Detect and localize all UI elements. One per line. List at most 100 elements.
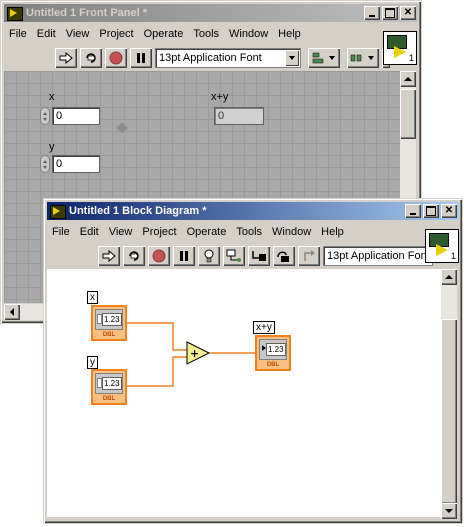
wire-x-to-add	[127, 322, 187, 351]
abort-button[interactable]	[148, 246, 170, 266]
menu-tools[interactable]: Tools	[188, 28, 224, 40]
block-diagram-vertical-scrollbar[interactable]	[441, 269, 457, 519]
minimize-button[interactable]	[405, 204, 421, 218]
distribute-objects-icon	[350, 54, 374, 62]
close-icon: ✕	[403, 7, 413, 18]
add-function-node: +	[186, 341, 211, 365]
control-x-input[interactable]: 0	[52, 107, 100, 125]
abort-button[interactable]	[105, 48, 127, 68]
scroll-up-button[interactable]	[441, 269, 457, 285]
run-continuously-icon	[129, 250, 139, 262]
step-out-button[interactable]	[298, 246, 320, 266]
block-diagram-canvas[interactable]: + x 1.23 DBL y 1.23 DBL x+y 1.23 DBL	[47, 269, 441, 517]
step-into-button[interactable]	[248, 246, 270, 266]
maximize-button[interactable]	[382, 6, 398, 20]
grid-marker-diamond	[116, 122, 128, 134]
terminal-x-body: 1.23	[95, 309, 123, 330]
menu-operate[interactable]: Operate	[139, 28, 189, 40]
terminal-xy-type: DBL	[266, 362, 280, 368]
menu-tools[interactable]: Tools	[231, 226, 267, 238]
indicator-arrow-icon	[262, 345, 266, 351]
maximize-button[interactable]	[423, 204, 439, 218]
block-diagram-menubar: File Edit View Project Operate Tools Win…	[47, 223, 459, 241]
terminal-xy-value: 1.23	[266, 343, 286, 356]
scroll-thumb[interactable]	[441, 319, 457, 504]
retain-wire-values-icon	[226, 249, 241, 262]
menu-operate[interactable]: Operate	[182, 226, 232, 238]
pause-icon	[137, 53, 145, 63]
run-continuously-icon	[86, 52, 96, 64]
retain-wire-values-button[interactable]	[223, 246, 245, 266]
menu-project[interactable]: Project	[137, 226, 181, 238]
terminal-y-type: DBL	[102, 396, 116, 402]
pause-button[interactable]	[173, 246, 195, 266]
block-diagram-toolbar: 13pt Application Font	[98, 243, 433, 269]
run-continuously-button[interactable]	[80, 48, 102, 68]
menu-help[interactable]: Help	[316, 226, 349, 238]
font-dropdown[interactable]: 13pt Application Font	[155, 48, 301, 68]
terminal-xy-label[interactable]: x+y	[253, 321, 275, 334]
block-diagram-titlebar[interactable]: Untitled 1 Block Diagram * ✕	[47, 202, 459, 220]
highlight-execution-button[interactable]	[198, 246, 220, 266]
labview-app-icon[interactable]	[49, 204, 66, 219]
menu-view[interactable]: View	[104, 226, 138, 238]
control-y-label[interactable]: y	[49, 141, 55, 153]
front-panel-vi-icon[interactable]: 1	[383, 31, 417, 65]
front-panel-toolbar: 13pt Application Font	[55, 45, 390, 71]
terminal-xy[interactable]: 1.23 DBL	[255, 335, 291, 371]
terminal-x[interactable]: 1.23 DBL	[91, 305, 127, 341]
scroll-thumb[interactable]	[400, 89, 416, 139]
menu-edit[interactable]: Edit	[32, 28, 61, 40]
indicator-xy-label[interactable]: x+y	[211, 91, 228, 103]
up-arrow-icon	[404, 77, 412, 81]
align-objects-icon	[312, 52, 335, 64]
abort-icon	[152, 249, 166, 263]
step-over-button[interactable]	[273, 246, 295, 266]
menu-file[interactable]: File	[4, 28, 32, 40]
pause-icon	[180, 251, 188, 261]
block-diagram-window: Untitled 1 Block Diagram * ✕ File Edit V…	[43, 198, 463, 524]
terminal-y[interactable]: 1.23 DBL	[91, 369, 127, 405]
abort-icon	[109, 51, 123, 65]
front-panel-menubar: File Edit View Project Operate Tools Win…	[4, 25, 418, 43]
control-x-label[interactable]: x	[49, 91, 55, 103]
chevron-down-icon	[285, 50, 299, 66]
menu-window[interactable]: Window	[267, 226, 316, 238]
menu-help[interactable]: Help	[273, 28, 306, 40]
control-y-increment-decrement[interactable]	[40, 155, 50, 173]
pause-button[interactable]	[130, 48, 152, 68]
terminal-y-label[interactable]: y	[87, 356, 98, 369]
run-continuously-button[interactable]	[123, 246, 145, 266]
menu-window[interactable]: Window	[224, 28, 273, 40]
font-dropdown[interactable]: 13pt Application Font	[323, 246, 433, 266]
up-arrow-icon	[43, 159, 47, 163]
vi-icon-number: 1	[408, 53, 414, 63]
terminal-x-label[interactable]: x	[87, 291, 98, 304]
labview-app-icon[interactable]	[6, 6, 23, 21]
menu-view[interactable]: View	[61, 28, 95, 40]
scroll-up-button[interactable]	[400, 71, 416, 87]
menu-project[interactable]: Project	[94, 28, 138, 40]
distribute-objects-button[interactable]	[347, 48, 379, 68]
up-arrow-icon	[445, 275, 453, 279]
block-diagram-vi-icon[interactable]: 1	[425, 229, 459, 263]
close-icon: ✕	[444, 205, 454, 216]
control-y-input[interactable]: 0	[52, 155, 100, 173]
control-x-increment-decrement[interactable]	[40, 107, 50, 125]
run-button[interactable]	[55, 48, 77, 68]
close-button[interactable]: ✕	[441, 204, 457, 218]
close-button[interactable]: ✕	[400, 6, 416, 20]
step-out-icon	[304, 250, 315, 261]
align-objects-button[interactable]	[308, 48, 340, 68]
minimize-button[interactable]	[364, 6, 380, 20]
menu-edit[interactable]: Edit	[75, 226, 104, 238]
menu-file[interactable]: File	[47, 226, 75, 238]
front-panel-titlebar[interactable]: Untitled 1 Front Panel * ✕	[4, 4, 418, 22]
front-panel-title: Untitled 1 Front Panel *	[26, 7, 148, 19]
scroll-left-button[interactable]	[4, 304, 20, 320]
terminal-y-value: 1.23	[102, 377, 122, 390]
terminal-xy-body: 1.23	[259, 339, 287, 360]
vi-icon-arrow	[436, 244, 448, 256]
scroll-down-button[interactable]	[441, 503, 457, 519]
run-button[interactable]	[98, 246, 120, 266]
